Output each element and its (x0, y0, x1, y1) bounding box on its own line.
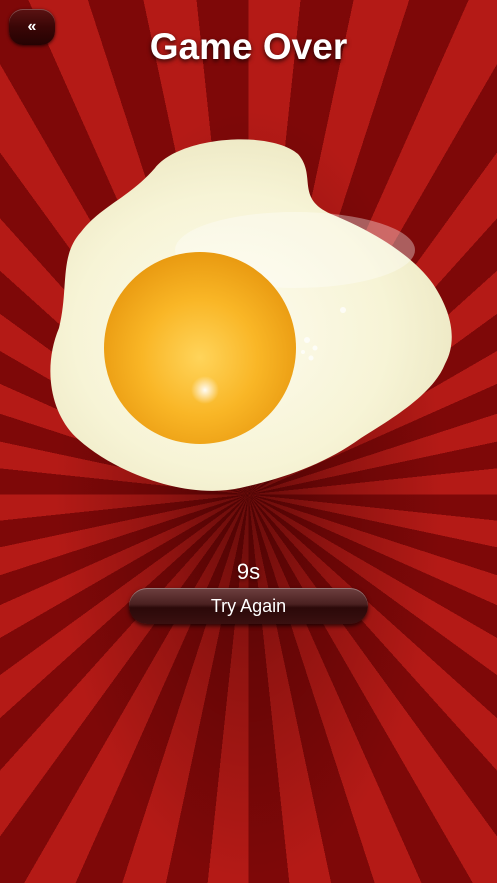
try-again-button[interactable]: Try Again (129, 588, 368, 624)
fried-egg-image (50, 139, 452, 491)
page-title: Game Over (149, 26, 348, 67)
yolk-shine (191, 376, 219, 404)
try-again-label: Try Again (210, 596, 287, 616)
game-over-screen: « Game Over 9s Try Again (0, 0, 497, 883)
egg-yolk (104, 252, 296, 444)
survival-time: 9s (236, 559, 261, 584)
